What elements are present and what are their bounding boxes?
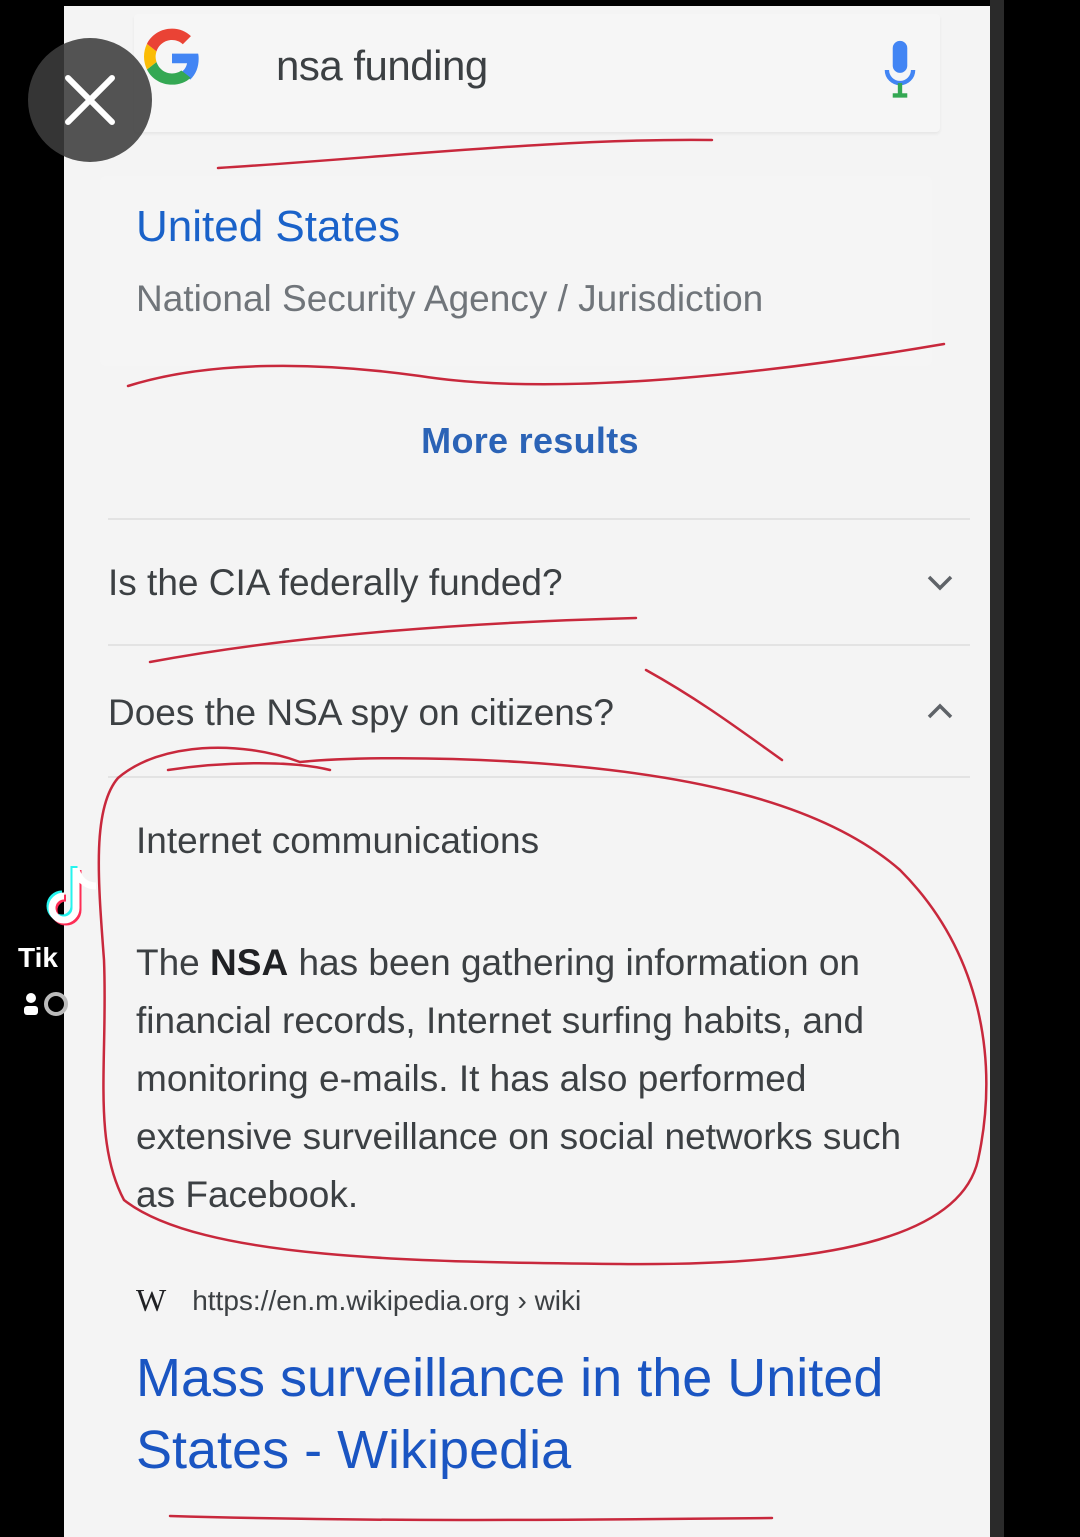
- answer-bold-term: NSA: [210, 942, 289, 983]
- screen-edge: [990, 0, 1004, 1537]
- chevron-up-icon[interactable]: [924, 700, 956, 722]
- tiktok-logo-icon: [46, 866, 97, 926]
- faq-question-cia[interactable]: Is the CIA federally funded?: [108, 562, 563, 604]
- answer-text-start: The: [136, 942, 211, 983]
- search-input[interactable]: nsa funding: [276, 42, 488, 90]
- faq-question-nsa[interactable]: Does the NSA spy on citizens?: [108, 692, 614, 734]
- phone-screen: nsa funding United States National Secur…: [64, 6, 996, 1537]
- answer-heading: Internet communications: [136, 820, 540, 861]
- microphone-icon[interactable]: [882, 38, 918, 102]
- wikipedia-icon: W: [136, 1282, 167, 1318]
- answer-snippet: The NSA has been gathering information o…: [136, 934, 926, 1224]
- divider: [108, 518, 970, 520]
- tiktok-watermark-text: Tik: [18, 942, 58, 973]
- close-icon: [65, 75, 115, 125]
- more-results-link[interactable]: More results: [64, 420, 996, 462]
- search-bar[interactable]: [134, 14, 940, 132]
- source-url-row[interactable]: W https://en.m.wikipedia.org › wiki: [136, 1282, 581, 1319]
- chevron-down-icon[interactable]: [924, 572, 956, 594]
- google-logo-icon[interactable]: [140, 26, 204, 90]
- result-title-link[interactable]: Mass surveillance in the United States -…: [136, 1342, 956, 1486]
- close-button[interactable]: [28, 38, 152, 162]
- divider: [108, 644, 970, 646]
- knowledge-panel-title[interactable]: United States: [136, 202, 400, 252]
- source-url: https://en.m.wikipedia.org › wiki: [192, 1284, 582, 1316]
- divider: [108, 776, 970, 778]
- user-icon: [24, 992, 68, 1016]
- knowledge-panel-subtitle: National Security Agency / Jurisdiction: [136, 278, 764, 319]
